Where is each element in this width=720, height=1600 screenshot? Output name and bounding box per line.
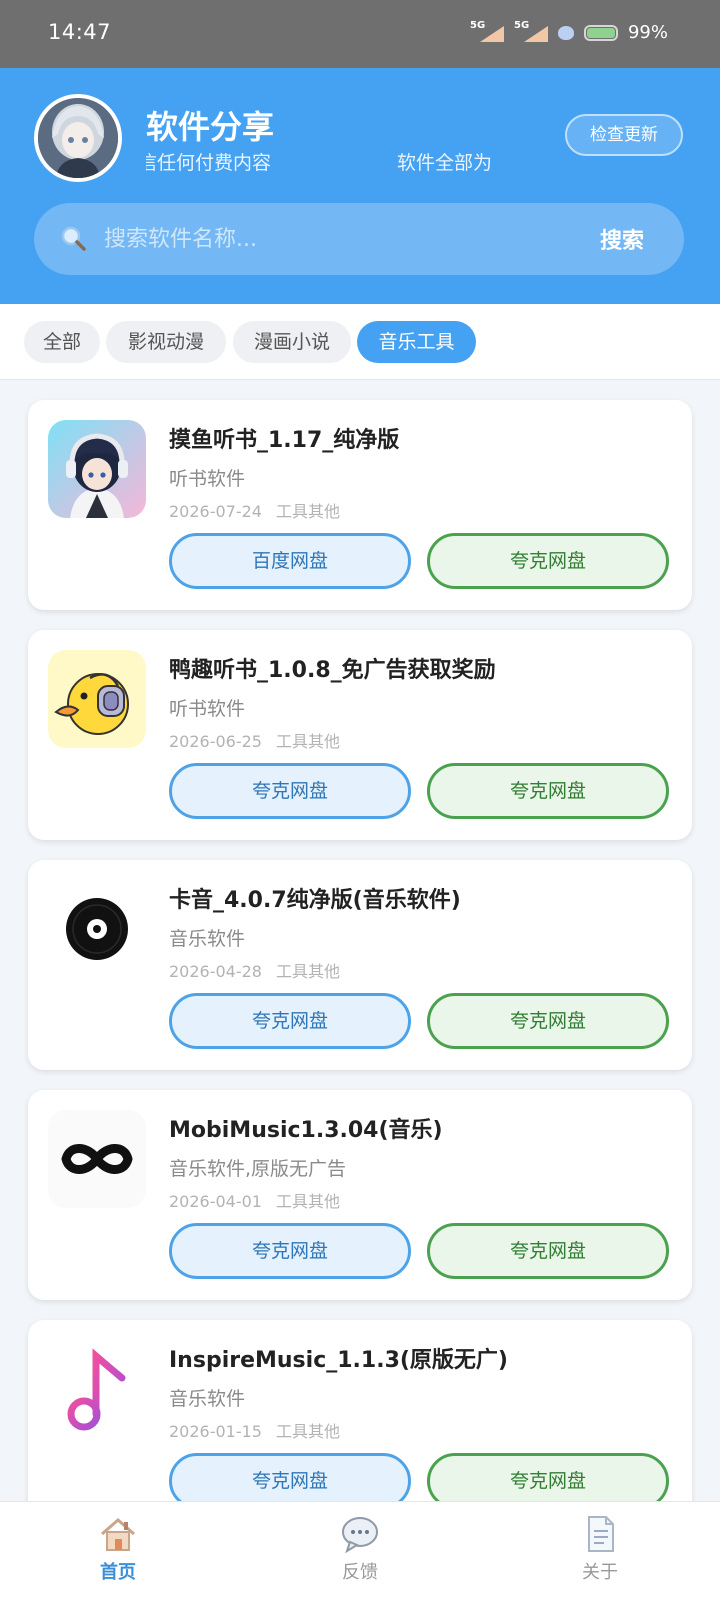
search-input[interactable] — [104, 217, 564, 261]
app-meta: 2026-06-25 工具其他 — [169, 728, 340, 752]
tab-all[interactable]: 全部 — [24, 321, 100, 363]
app-meta: 2026-04-01 工具其他 — [169, 1188, 340, 1212]
app-category: 工具其他 — [275, 732, 340, 751]
download-button-baidu[interactable]: 百度网盘 — [169, 533, 411, 589]
heart-icon — [557, 25, 574, 40]
nav-home-label: 首页 — [100, 1562, 136, 1583]
nav-feedback-label: 反馈 — [342, 1562, 378, 1583]
app-list: 摸鱼听书_1.17_纯净版 听书软件 2026-07-24 工具其他 百度网盘 夸… — [0, 380, 720, 1501]
app-category: 工具其他 — [275, 502, 340, 521]
signal-icon: 5G — [470, 20, 504, 42]
app-date: 2026-01-15 — [169, 1422, 262, 1441]
download-button-quark[interactable]: 夸克网盘 — [169, 763, 411, 819]
app-meta: 2026-04-28 工具其他 — [169, 958, 340, 982]
nav-about-label: 关于 — [582, 1562, 618, 1583]
download-button-quark[interactable]: 夸克网盘 — [169, 1453, 411, 1501]
download-button-quark[interactable]: 夸克网盘 — [427, 1223, 669, 1279]
app-date: 2026-06-25 — [169, 732, 262, 751]
avatar-image — [38, 98, 118, 178]
app-description: 音乐软件,原版无广告 — [169, 1158, 347, 1180]
status-icons: 5G 5G 99% — [470, 20, 668, 44]
app-category: 工具其他 — [275, 962, 340, 981]
app-header: 软件分享 信任何付费内容 软件全部为 检查更新 搜索 — [0, 68, 720, 304]
tab-music-tools[interactable]: 音乐工具 — [357, 321, 476, 363]
avatar[interactable] — [34, 94, 122, 182]
app-date: 2026-04-28 — [169, 962, 262, 981]
app-meta: 2026-07-24 工具其他 — [169, 498, 340, 522]
chat-bubble-icon — [342, 1517, 378, 1554]
app-title: 软件分享 — [146, 108, 275, 146]
search-icon — [61, 226, 86, 251]
app-name: 摸鱼听书_1.17_纯净版 — [169, 428, 400, 453]
duck-headphones-icon — [48, 650, 146, 748]
app-card[interactable]: MobiMusic1.3.04(音乐) 音乐软件,原版无广告 2026-04-0… — [28, 1090, 692, 1300]
app-meta: 2026-01-15 工具其他 — [169, 1418, 340, 1442]
home-icon — [101, 1518, 135, 1551]
status-bar: 14:47 5G 5G 99% — [0, 0, 720, 68]
app-name: 鸭趣听书_1.0.8_免广告获取奖励 — [169, 658, 496, 683]
download-button-quark[interactable]: 夸克网盘 — [427, 993, 669, 1049]
download-button-quark[interactable]: 夸克网盘 — [427, 533, 669, 589]
search-bar: 搜索 — [34, 203, 684, 275]
app-name: 卡音_4.0.7纯净版(音乐软件) — [169, 888, 461, 913]
app-name: InspireMusic_1.1.3(原版无广) — [169, 1348, 508, 1373]
app-description: 音乐软件 — [169, 928, 246, 950]
app-date: 2026-04-01 — [169, 1192, 262, 1211]
app-description: 听书软件 — [169, 468, 246, 490]
tab-comic-novel[interactable]: 漫画小说 — [233, 321, 351, 363]
announcement-text: 信任何付费内容 软件全部为 — [146, 152, 493, 174]
download-button-quark[interactable]: 夸克网盘 — [427, 1453, 669, 1501]
infinity-icon — [48, 1110, 146, 1208]
tab-video-anime[interactable]: 影视动漫 — [106, 321, 226, 363]
battery-icon — [583, 24, 618, 41]
app-category: 工具其他 — [275, 1192, 340, 1211]
bottom-navigation: 首页 反馈 关于 — [0, 1501, 720, 1600]
download-button-quark[interactable]: 夸克网盘 — [169, 993, 411, 1049]
app-name: MobiMusic1.3.04(音乐) — [169, 1118, 443, 1143]
check-update-button[interactable]: 检查更新 — [565, 114, 683, 156]
app-description: 音乐软件 — [169, 1388, 246, 1410]
app-card[interactable]: 卡音_4.0.7纯净版(音乐软件) 音乐软件 2026-04-28 工具其他 夸克… — [28, 860, 692, 1070]
vinyl-record-icon — [48, 880, 146, 978]
download-button-quark[interactable]: 夸克网盘 — [427, 763, 669, 819]
nav-feedback[interactable]: 反馈 — [300, 1514, 420, 1584]
download-button-quark[interactable]: 夸克网盘 — [169, 1223, 411, 1279]
app-card[interactable]: 鸭趣听书_1.0.8_免广告获取奖励 听书软件 2026-06-25 工具其他 夸… — [28, 630, 692, 840]
app-card[interactable]: InspireMusic_1.1.3(原版无广) 音乐软件 2026-01-15… — [28, 1320, 692, 1501]
signal-icon: 5G — [514, 20, 548, 42]
nav-about[interactable]: 关于 — [540, 1514, 660, 1584]
document-icon — [588, 1516, 614, 1552]
status-time: 14:47 — [48, 20, 112, 44]
app-category: 工具其他 — [275, 1422, 340, 1441]
music-note-icon — [48, 1340, 146, 1438]
anime-headphones-icon — [48, 420, 146, 518]
announcement-marquee: 信任何付费内容 软件全部为 — [146, 148, 544, 176]
app-description: 听书软件 — [169, 698, 246, 720]
battery-level: 99% — [627, 22, 668, 43]
category-tabs: 全部 影视动漫 漫画小说 音乐工具 — [0, 304, 720, 380]
search-button[interactable]: 搜索 — [600, 223, 644, 255]
app-card[interactable]: 摸鱼听书_1.17_纯净版 听书软件 2026-07-24 工具其他 百度网盘 夸… — [28, 400, 692, 610]
nav-home[interactable]: 首页 — [58, 1514, 178, 1584]
app-date: 2026-07-24 — [169, 502, 262, 521]
